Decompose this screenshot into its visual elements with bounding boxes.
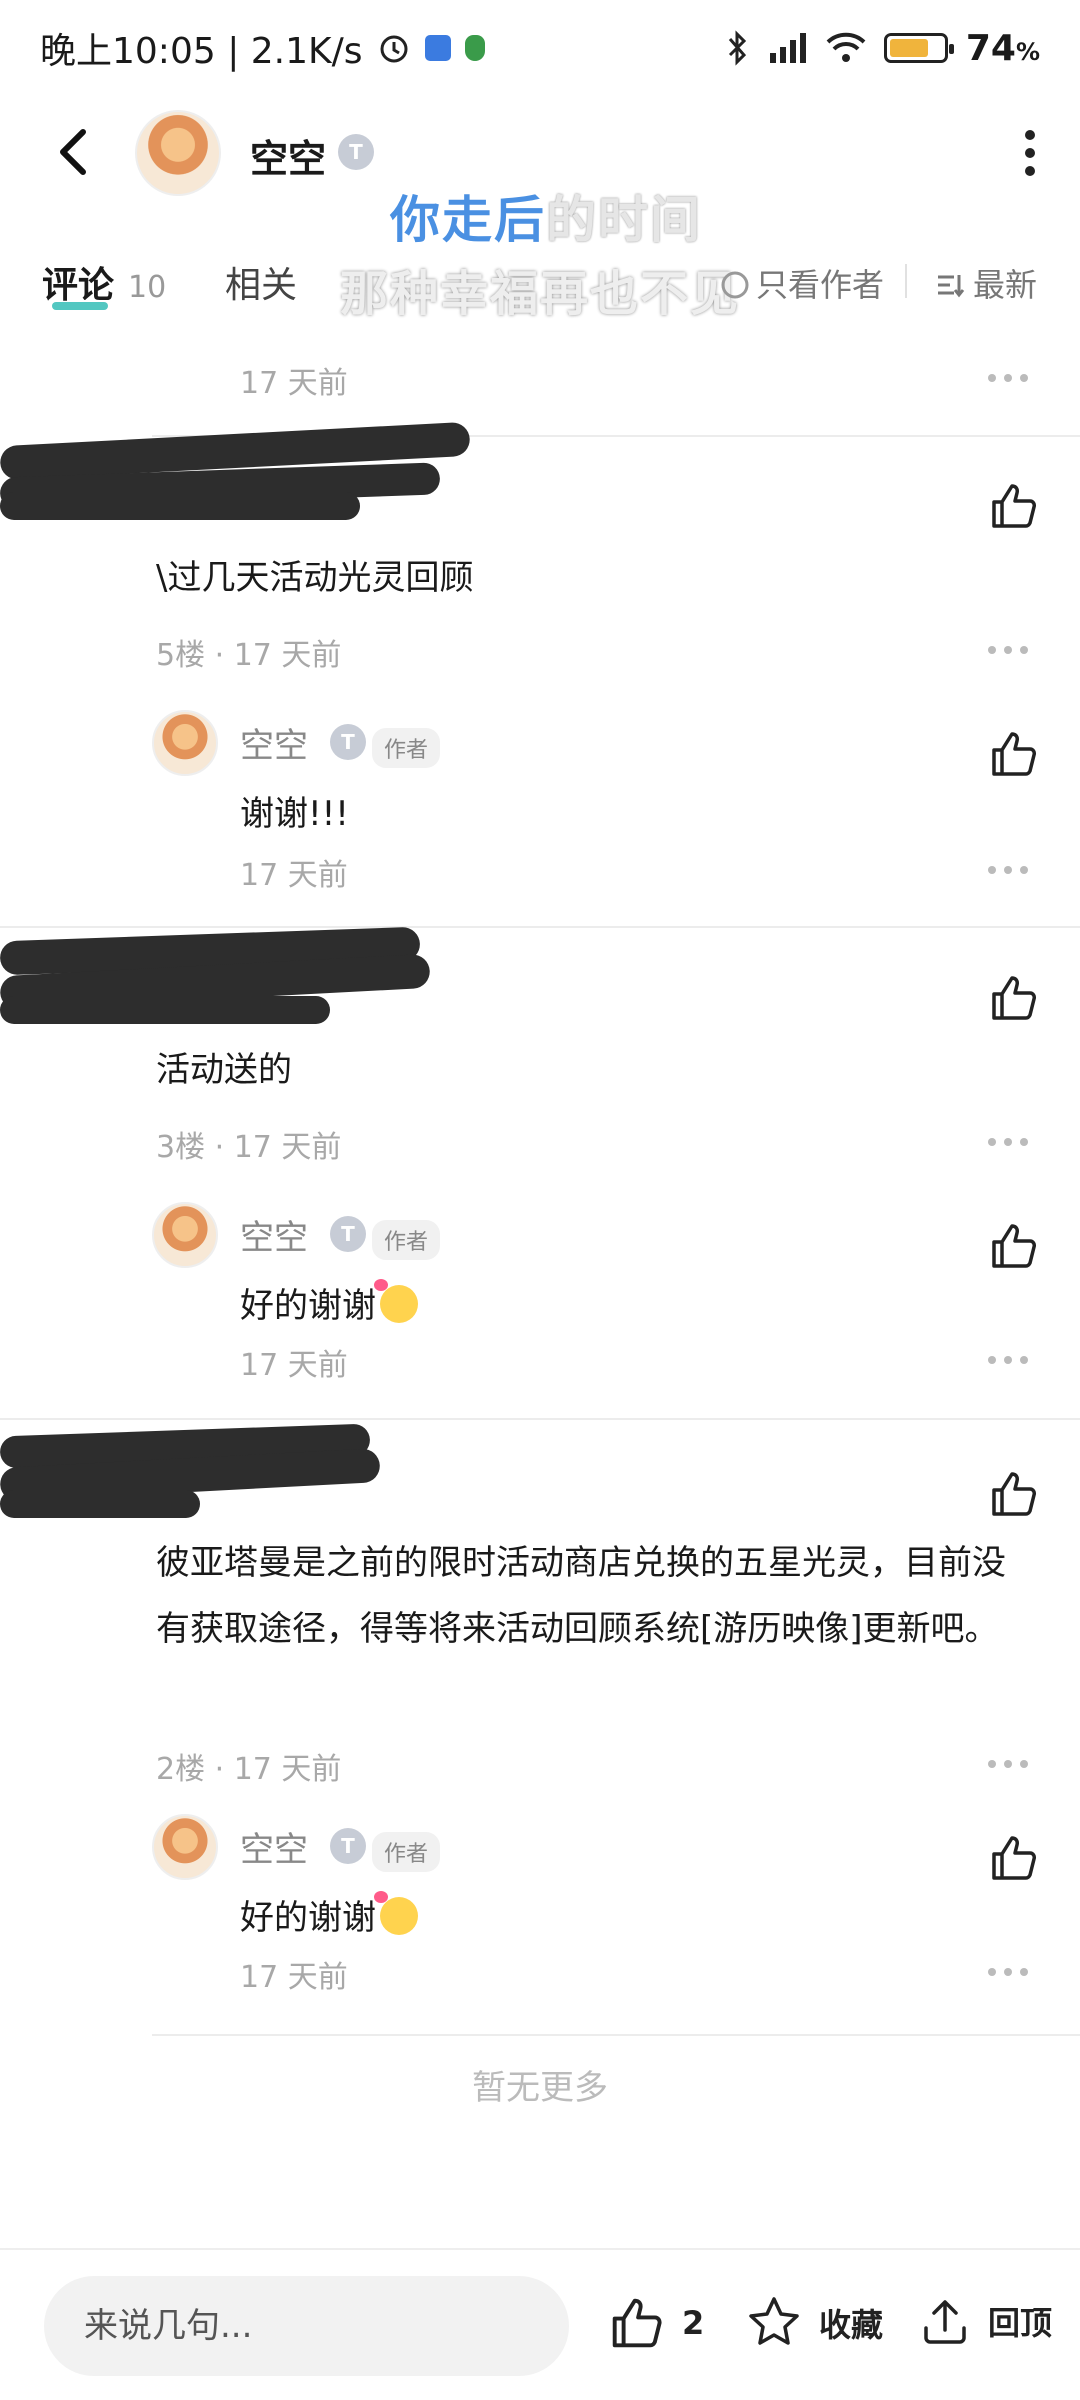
no-more-text: 暂无更多: [472, 2068, 608, 2108]
lyric-line-1: 你走后的时间: [390, 191, 702, 249]
divider: [152, 2034, 1080, 2036]
smile-emoji-icon: [374, 1891, 418, 1935]
alarm-icon: [380, 35, 408, 63]
level-badge: T: [338, 134, 374, 170]
smile-emoji-icon: [374, 1279, 418, 1323]
redaction-scribble: [0, 492, 360, 520]
active-tab-indicator: [52, 302, 108, 310]
app-notification-icon: [424, 35, 451, 61]
reply-name[interactable]: 空空: [240, 1210, 308, 1259]
redaction-scribble: [0, 1490, 200, 1518]
back-to-top-label: 回顶: [988, 2304, 1053, 2342]
battery-icon: [883, 33, 954, 63]
reply-avatar[interactable]: [152, 1202, 218, 1268]
author-only-filter[interactable]: 只看作者: [720, 260, 884, 306]
more-button[interactable]: [1020, 130, 1040, 180]
comment-text: 彼亚塔曼是之前的限时活动商店兑换的五星光灵，目前没有获取途径，得等将来活动回顾系…: [156, 1543, 1006, 1649]
author-tag: 作者: [372, 1220, 441, 1260]
reply-time: 17 天前: [240, 1348, 348, 1383]
comment-text: \过几天活动光灵回顾: [156, 558, 474, 598]
back-button[interactable]: [44, 120, 100, 184]
divider: [0, 926, 1080, 928]
more-options-button[interactable]: [988, 1760, 1028, 1770]
comment-floor-time: 5楼 · 17 天前: [156, 638, 342, 673]
like-icon[interactable]: [988, 728, 1040, 780]
author-name[interactable]: 空空: [250, 128, 326, 183]
comment-floor-time: 2楼 · 17 天前: [156, 1752, 342, 1787]
comment-time: 17 天前: [240, 366, 348, 401]
comment-text: 活动送的: [156, 1050, 292, 1090]
like-icon[interactable]: [988, 972, 1040, 1024]
like-count: 2: [682, 2304, 705, 2342]
reply-avatar[interactable]: [152, 710, 218, 776]
status-time-speed: 晚上10:05 | 2.1K/s: [40, 31, 363, 72]
level-badge: T: [330, 724, 366, 760]
reply-name[interactable]: 空空: [240, 1822, 308, 1871]
author-tag: 作者: [372, 728, 441, 768]
signal-icon: [769, 33, 806, 63]
like-icon[interactable]: [988, 1832, 1040, 1884]
author-tag: 作者: [372, 1832, 441, 1872]
battery-percent: 74%: [965, 27, 1040, 69]
comment-floor-time: 3楼 · 17 天前: [156, 1130, 342, 1165]
shield-notification-icon: [464, 35, 485, 61]
level-badge: T: [330, 1828, 366, 1864]
back-to-top-button[interactable]: 回顶: [918, 2294, 1052, 2348]
more-options-button[interactable]: [988, 866, 1028, 876]
like-icon[interactable]: [988, 1468, 1040, 1520]
back-arrow-icon: [60, 129, 86, 175]
more-options-button[interactable]: [988, 1138, 1028, 1148]
author-avatar[interactable]: [135, 110, 221, 196]
reply-avatar[interactable]: [152, 1814, 218, 1880]
reply-text: 好的谢谢: [240, 1278, 418, 1327]
thumbs-up-icon: [612, 2298, 662, 2348]
favorite-button[interactable]: 收藏: [745, 2294, 883, 2352]
radio-icon: [721, 271, 749, 299]
divider: [905, 264, 907, 298]
more-options-button[interactable]: [988, 646, 1028, 656]
reply-name[interactable]: 空空: [240, 718, 308, 767]
reply-time: 17 天前: [240, 1960, 348, 1995]
tab-comments[interactable]: 评论 10: [42, 256, 166, 308]
comment-input[interactable]: 来说几句...: [44, 2276, 569, 2376]
level-badge: T: [330, 1216, 366, 1252]
more-options-button[interactable]: [988, 1968, 1028, 1978]
bottom-action-bar: 来说几句... 2 收藏 回顶: [0, 2248, 1080, 2400]
redaction-scribble: [0, 996, 330, 1024]
sort-icon: [938, 275, 965, 298]
tab-bar: 评论 10 相关 只看作者 最新: [0, 250, 1080, 330]
wifi-icon: [826, 32, 866, 62]
more-options-button[interactable]: [988, 1356, 1028, 1366]
reply-text: 谢谢!!!: [240, 794, 349, 834]
like-icon[interactable]: [988, 1220, 1040, 1272]
reply-time: 17 天前: [240, 858, 348, 893]
bluetooth-icon: [728, 30, 746, 66]
star-icon: [749, 2297, 799, 2345]
battery-level-fill: [889, 39, 929, 57]
reply-text: 好的谢谢: [240, 1890, 418, 1939]
more-options-button[interactable]: [988, 374, 1028, 384]
like-button[interactable]: 2: [608, 2294, 704, 2352]
upload-arrow-icon: [924, 2300, 966, 2344]
like-icon[interactable]: [988, 480, 1040, 532]
status-bar: 晚上10:05 | 2.1K/s 74%: [0, 0, 1080, 96]
tab-related[interactable]: 相关: [225, 256, 297, 308]
favorite-label: 收藏: [819, 2306, 884, 2344]
divider: [0, 1418, 1080, 1420]
sort-latest-button[interactable]: 最新: [935, 260, 1037, 306]
